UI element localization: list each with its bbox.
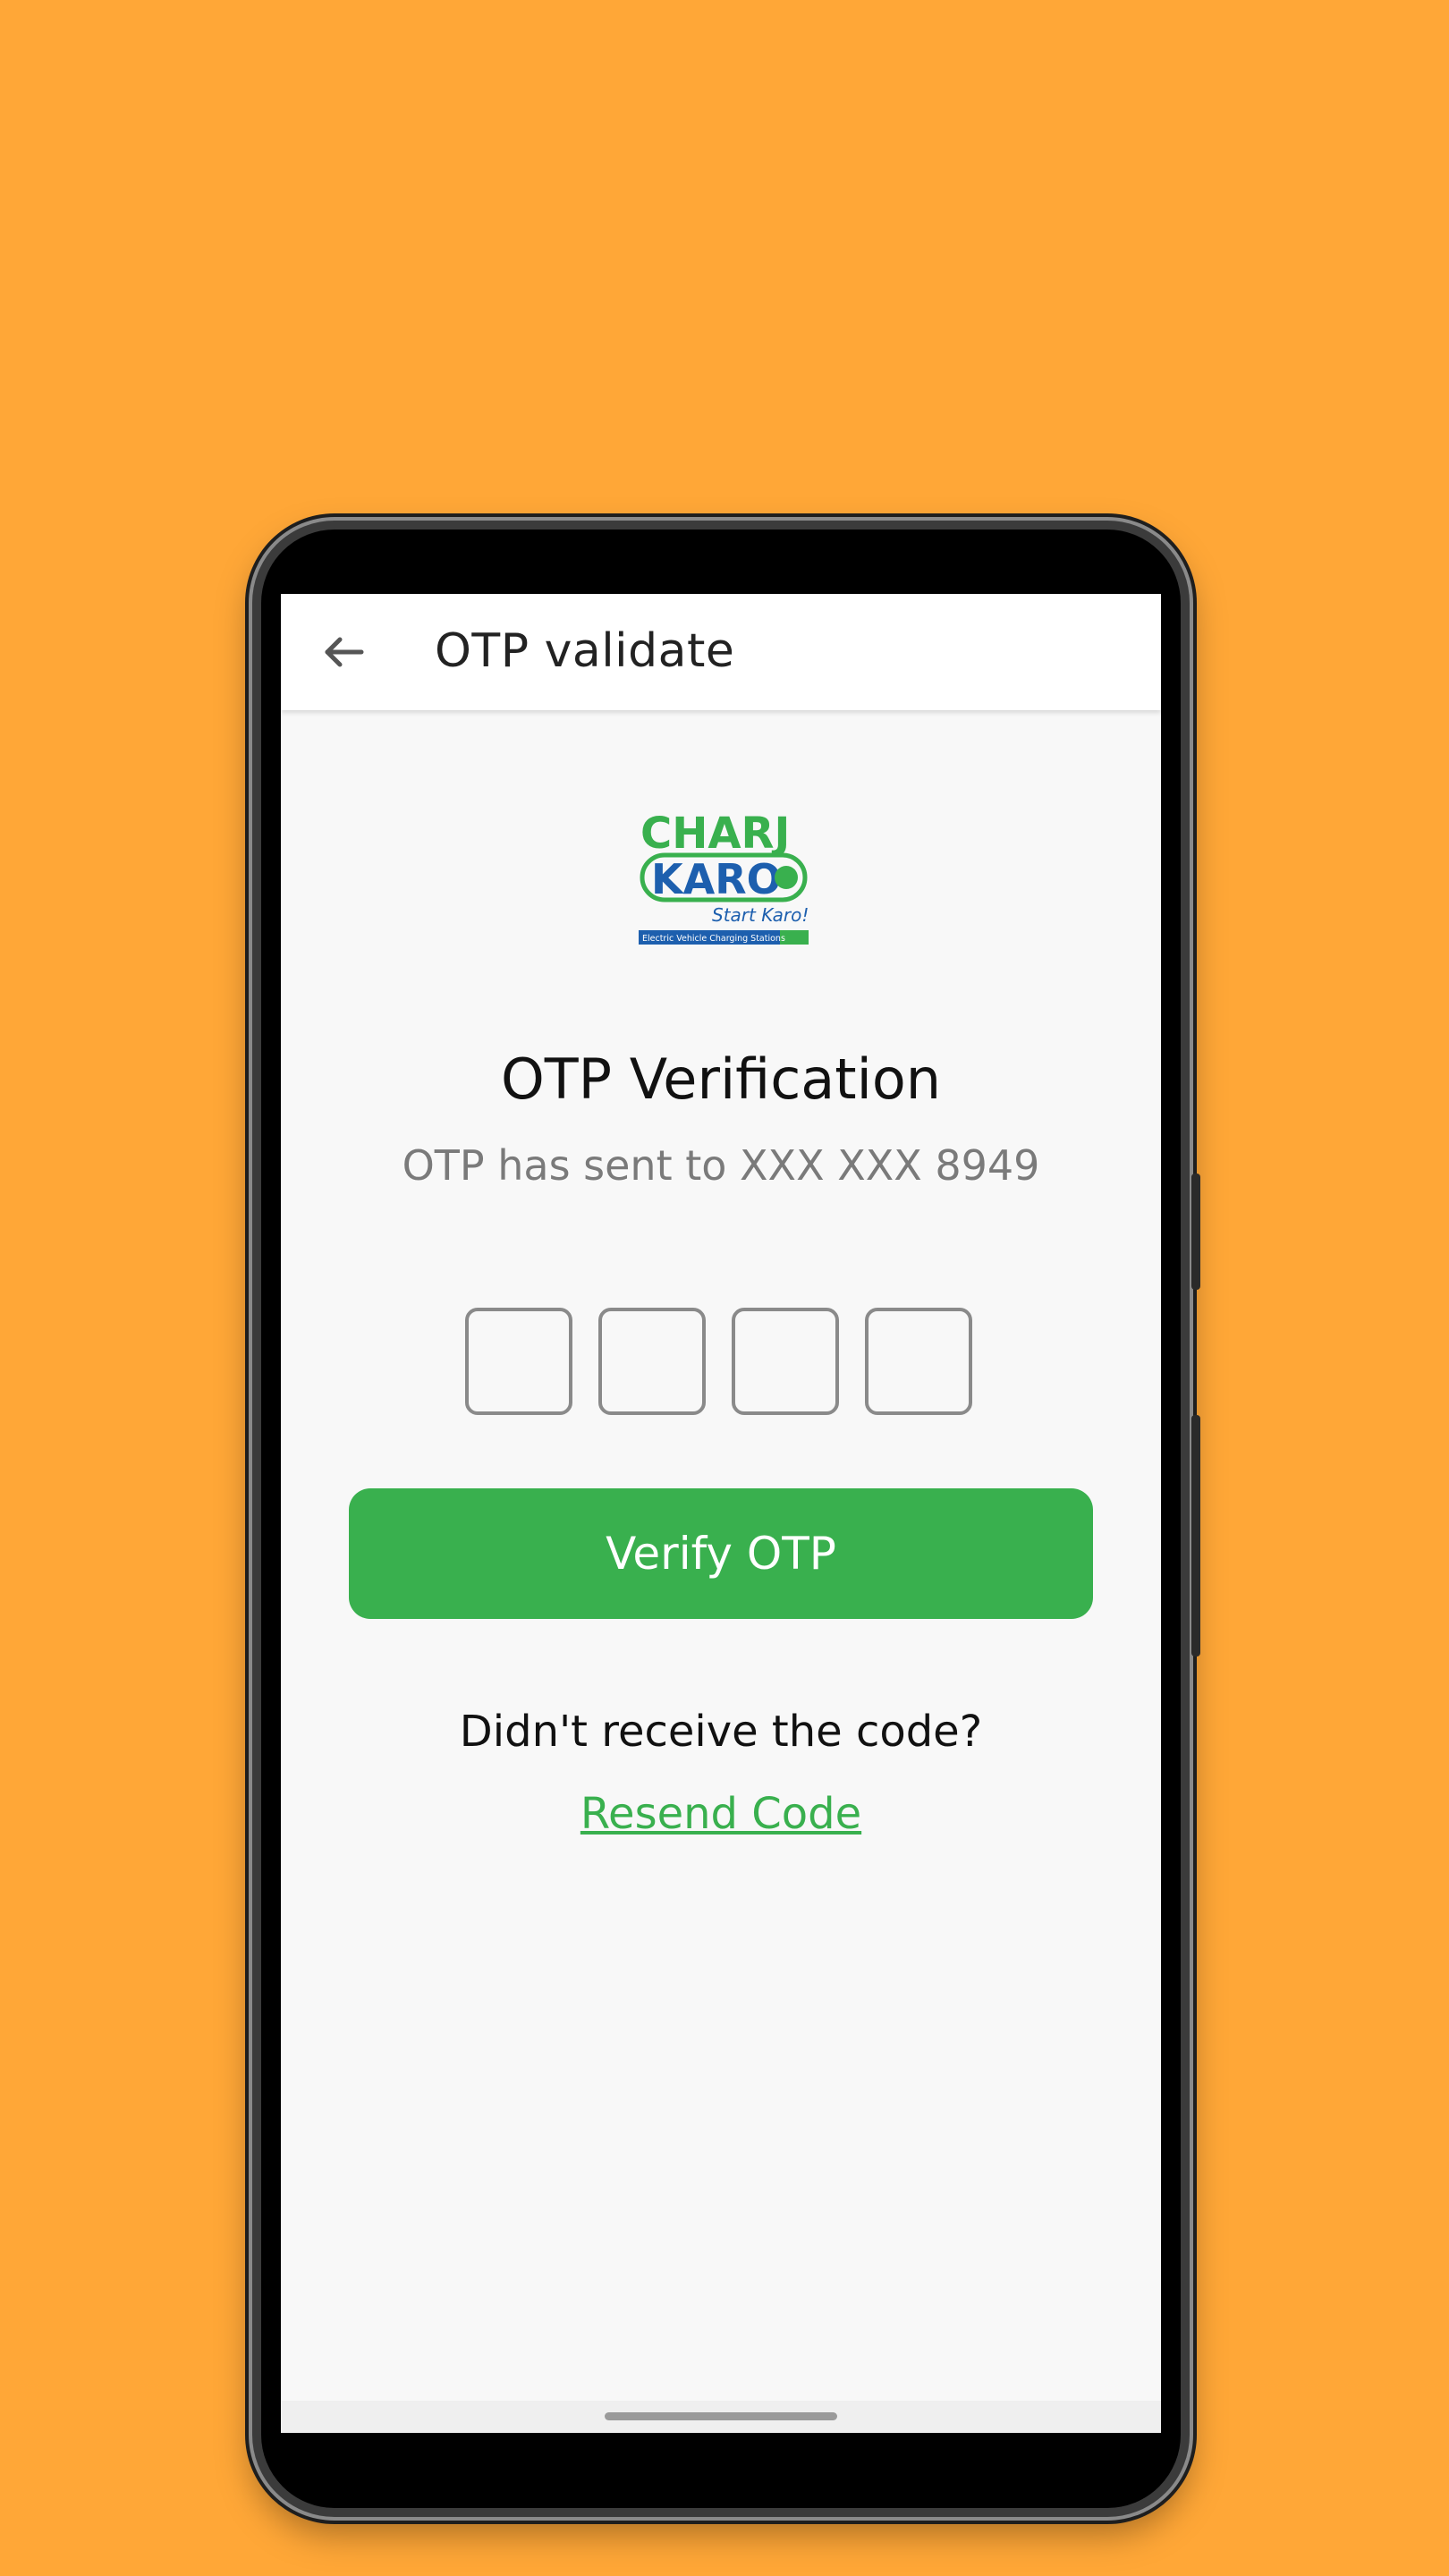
otp-heading: OTP Verification [500,1046,942,1112]
otp-digit-4[interactable] [865,1308,972,1415]
volume-button [1191,1174,1200,1290]
no-code-question: Didn't receive the code? [459,1707,983,1757]
back-button[interactable] [317,625,370,679]
resend-code-link[interactable]: Resend Code [281,1789,1161,1839]
app-bar: OTP validate [281,594,1161,710]
otp-digit-3[interactable] [732,1308,839,1415]
arrow-left-icon [325,637,364,667]
otp-sent-text: OTP has sent to XXX XXX 8949 [402,1141,1040,1190]
verify-otp-button[interactable]: Verify OTP [349,1488,1093,1619]
logo-line1: CHARJ [640,809,790,859]
otp-digit-1[interactable] [465,1308,572,1415]
logo-tagline: Start Karo! [712,904,809,926]
app-screen: OTP validate CHARJ KARO Start Karo! Elec… [281,594,1161,2433]
page-title: OTP validate [435,624,735,678]
otp-digit-2[interactable] [598,1308,706,1415]
power-button [1191,1415,1200,1657]
home-indicator[interactable] [605,2412,837,2420]
logo-banner: Electric Vehicle Charging Stations [642,934,785,944]
logo-line2: KARO [651,855,782,903]
charjkaro-logo: CHARJ KARO Start Karo! Electric Vehicle … [639,809,809,945]
